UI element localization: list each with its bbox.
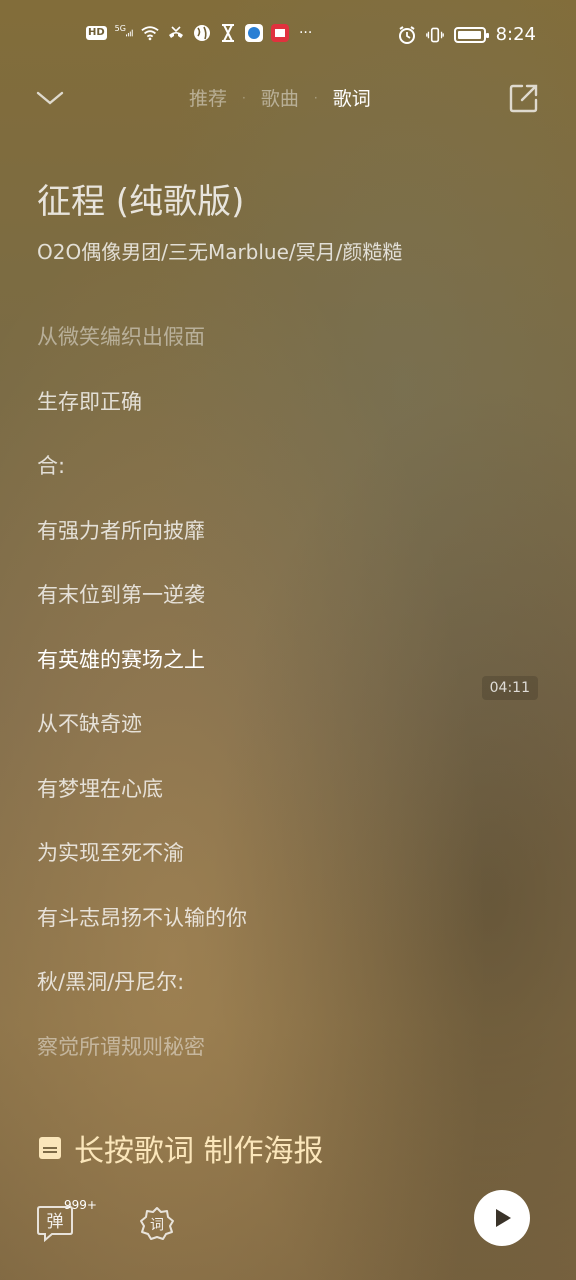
app-notification-red-icon: [270, 24, 289, 42]
make-poster-label: 长按歌词 制作海报: [74, 1134, 324, 1169]
cellular-signal-icon: 5G: [115, 24, 133, 42]
player-top-nav: 推荐 · 歌曲 · 歌词: [0, 76, 576, 120]
chevron-down-icon: [36, 91, 64, 105]
lyric-line[interactable]: 有梦埋在心底: [37, 772, 477, 837]
lyric-line[interactable]: 生存即正确: [37, 385, 477, 450]
lyric-label: 词: [150, 1218, 164, 1234]
lyric-line[interactable]: 从不缺奇迹: [37, 707, 477, 772]
clock-time: 8:24: [495, 24, 536, 45]
status-icons-right: 8:24: [398, 24, 536, 45]
lyric-line[interactable]: 察觉所谓规则秘密: [37, 1030, 477, 1095]
lyrics-list[interactable]: 从微笑编织出假面 生存即正确 合: 有强力者所向披靡 有末位到第一逆袭 有英雄的…: [37, 320, 477, 1094]
lyric-line[interactable]: 有末位到第一逆袭: [37, 578, 477, 643]
lyric-settings-button[interactable]: 词: [139, 1206, 175, 1242]
song-title: 征程 (纯歌版): [37, 182, 245, 222]
share-icon: [509, 84, 538, 113]
missed-call-icon: [167, 24, 185, 42]
tab-lyrics[interactable]: 歌词: [333, 84, 371, 111]
danmu-count-badge: 999+: [64, 1198, 97, 1212]
player-bottom-bar: 弹 999+ 词: [0, 1190, 576, 1280]
battery-level-fill: [457, 30, 481, 39]
play-icon: [496, 1209, 511, 1227]
lyric-line[interactable]: 有斗志昂扬不认输的你: [37, 901, 477, 966]
tab-separator: ·: [313, 90, 318, 105]
alarm-icon: [398, 25, 416, 44]
lyric-line[interactable]: 合:: [37, 449, 477, 514]
play-button[interactable]: [474, 1190, 530, 1246]
danmu-label: 弹: [47, 1212, 64, 1232]
app-notification-blue-icon: [244, 24, 263, 42]
tab-recommend[interactable]: 推荐: [189, 84, 227, 111]
player-tabs: 推荐 · 歌曲 · 歌词: [189, 84, 371, 111]
status-bar: HD 5G ··· 8:24: [0, 0, 576, 72]
vibrate-icon: [425, 26, 444, 44]
collapse-player-button[interactable]: [34, 82, 66, 114]
lyric-badge-icon: 词: [140, 1207, 174, 1240]
globe-icon: [193, 24, 211, 42]
lyric-line[interactable]: 为实现至死不渝: [37, 836, 477, 901]
hd-icon: HD: [86, 26, 107, 40]
wifi-icon: [141, 24, 159, 42]
status-icons-left: HD 5G ···: [86, 24, 315, 42]
lyric-line-current[interactable]: 有英雄的赛场之上: [37, 643, 477, 708]
lyric-line[interactable]: 秋/黑洞/丹尼尔:: [37, 965, 477, 1030]
hourglass-icon: [219, 24, 237, 42]
tab-separator: ·: [242, 90, 246, 105]
more-notifications-icon: ···: [298, 25, 313, 41]
lyric-line[interactable]: 从微笑编织出假面: [37, 320, 477, 385]
network-label: 5G: [114, 23, 126, 33]
tab-song[interactable]: 歌曲: [261, 84, 299, 111]
battery-icon: [453, 26, 489, 43]
share-button[interactable]: [508, 82, 540, 114]
poster-icon: [39, 1137, 61, 1159]
lyric-timestamp-badge[interactable]: 04:11: [481, 676, 538, 700]
make-poster-tip[interactable]: 长按歌词 制作海报: [38, 1126, 324, 1170]
song-artist[interactable]: O2O偶像男团/三无Marblue/冥月/颜糙糙: [37, 236, 402, 265]
lyric-line[interactable]: 有强力者所向披靡: [37, 514, 477, 579]
